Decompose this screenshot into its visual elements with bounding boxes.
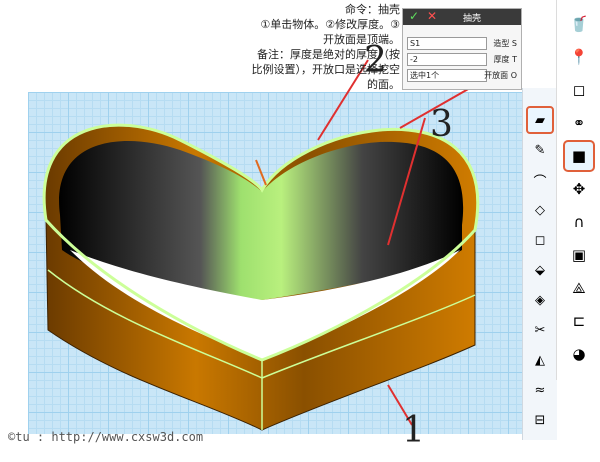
callout-3: 3	[430, 104, 453, 145]
plane-icon[interactable]: ⊟	[528, 408, 552, 432]
box-cut-icon[interactable]: ◈	[528, 288, 552, 312]
trim-icon[interactable]: ✂	[528, 318, 552, 342]
shell-subtoolbar: ▰ ✎ ⌒ ◇ ◻ ⬙ ◈ ✂ ◭ ≈ ⊟	[522, 88, 557, 440]
color-icon[interactable]: ◕	[565, 340, 593, 368]
close-icon[interactable]: ✕	[427, 9, 437, 23]
shape-label: 造型 S	[493, 39, 517, 48]
main-toolbar: 🥤 📍 ◻ ⚭ ■ ✥ ∩ ▣ ⟁ ⊏ ◕	[556, 0, 600, 380]
link-icon[interactable]: ⚭	[565, 109, 593, 137]
magnet-icon[interactable]: ∩	[565, 208, 593, 236]
watermark: ©tu : http://www.cxsw3d.com	[8, 430, 204, 444]
chamfer-icon[interactable]: ◇	[528, 198, 552, 222]
note-line-1: 命令：抽壳	[345, 3, 400, 16]
row-open-face: 选中1个 开放面 O	[407, 69, 517, 82]
gizmo-axis	[255, 159, 267, 186]
callout-2: 2	[364, 40, 387, 81]
shell-dialog: ✓ ✕ 抽壳 S1 造型 S -2 厚度 T 选中1个 开放面 O	[402, 8, 522, 90]
shell-icon[interactable]: ▰	[526, 106, 554, 134]
pin-icon[interactable]: 📍	[565, 43, 593, 71]
hollow-icon[interactable]: ◻	[528, 228, 552, 252]
cube-icon[interactable]: ■	[563, 140, 595, 172]
move-icon[interactable]: ✥	[565, 175, 593, 203]
cup-icon[interactable]: 🥤	[565, 10, 593, 38]
wave-icon[interactable]: ≈	[528, 378, 552, 402]
ruler-icon[interactable]: ⊏	[565, 307, 593, 335]
shell-dialog-titlebar: ✓ ✕ 抽壳	[403, 9, 521, 25]
thickness-field[interactable]: -2	[407, 53, 487, 66]
open-face-field[interactable]: 选中1个	[407, 69, 487, 82]
shell-square-icon[interactable]: ◻	[565, 76, 593, 104]
thickness-label: 厚度 T	[493, 55, 517, 64]
confirm-icon[interactable]: ✓	[409, 9, 419, 23]
split-icon[interactable]: ⬙	[528, 258, 552, 282]
extrude-icon[interactable]: ✎	[528, 138, 552, 162]
screenshot-stage: 命令：抽壳 ①单击物体。②修改厚度。③开放面是顶端。 备注：厚度是绝对的厚度（按…	[0, 0, 600, 462]
fillet-icon[interactable]: ⌒	[528, 168, 552, 192]
shape-field[interactable]: S1	[407, 37, 487, 50]
row-shape: S1 造型 S	[407, 37, 517, 50]
open-face-label: 开放面 O	[484, 71, 517, 80]
mirror-icon[interactable]: ◭	[528, 348, 552, 372]
network-icon[interactable]: ⟁	[565, 274, 593, 302]
box-icon[interactable]: ▣	[565, 241, 593, 269]
shell-dialog-title: 抽壳	[463, 14, 482, 24]
row-thickness: -2 厚度 T	[407, 53, 517, 66]
callout-1: 1	[402, 410, 425, 451]
